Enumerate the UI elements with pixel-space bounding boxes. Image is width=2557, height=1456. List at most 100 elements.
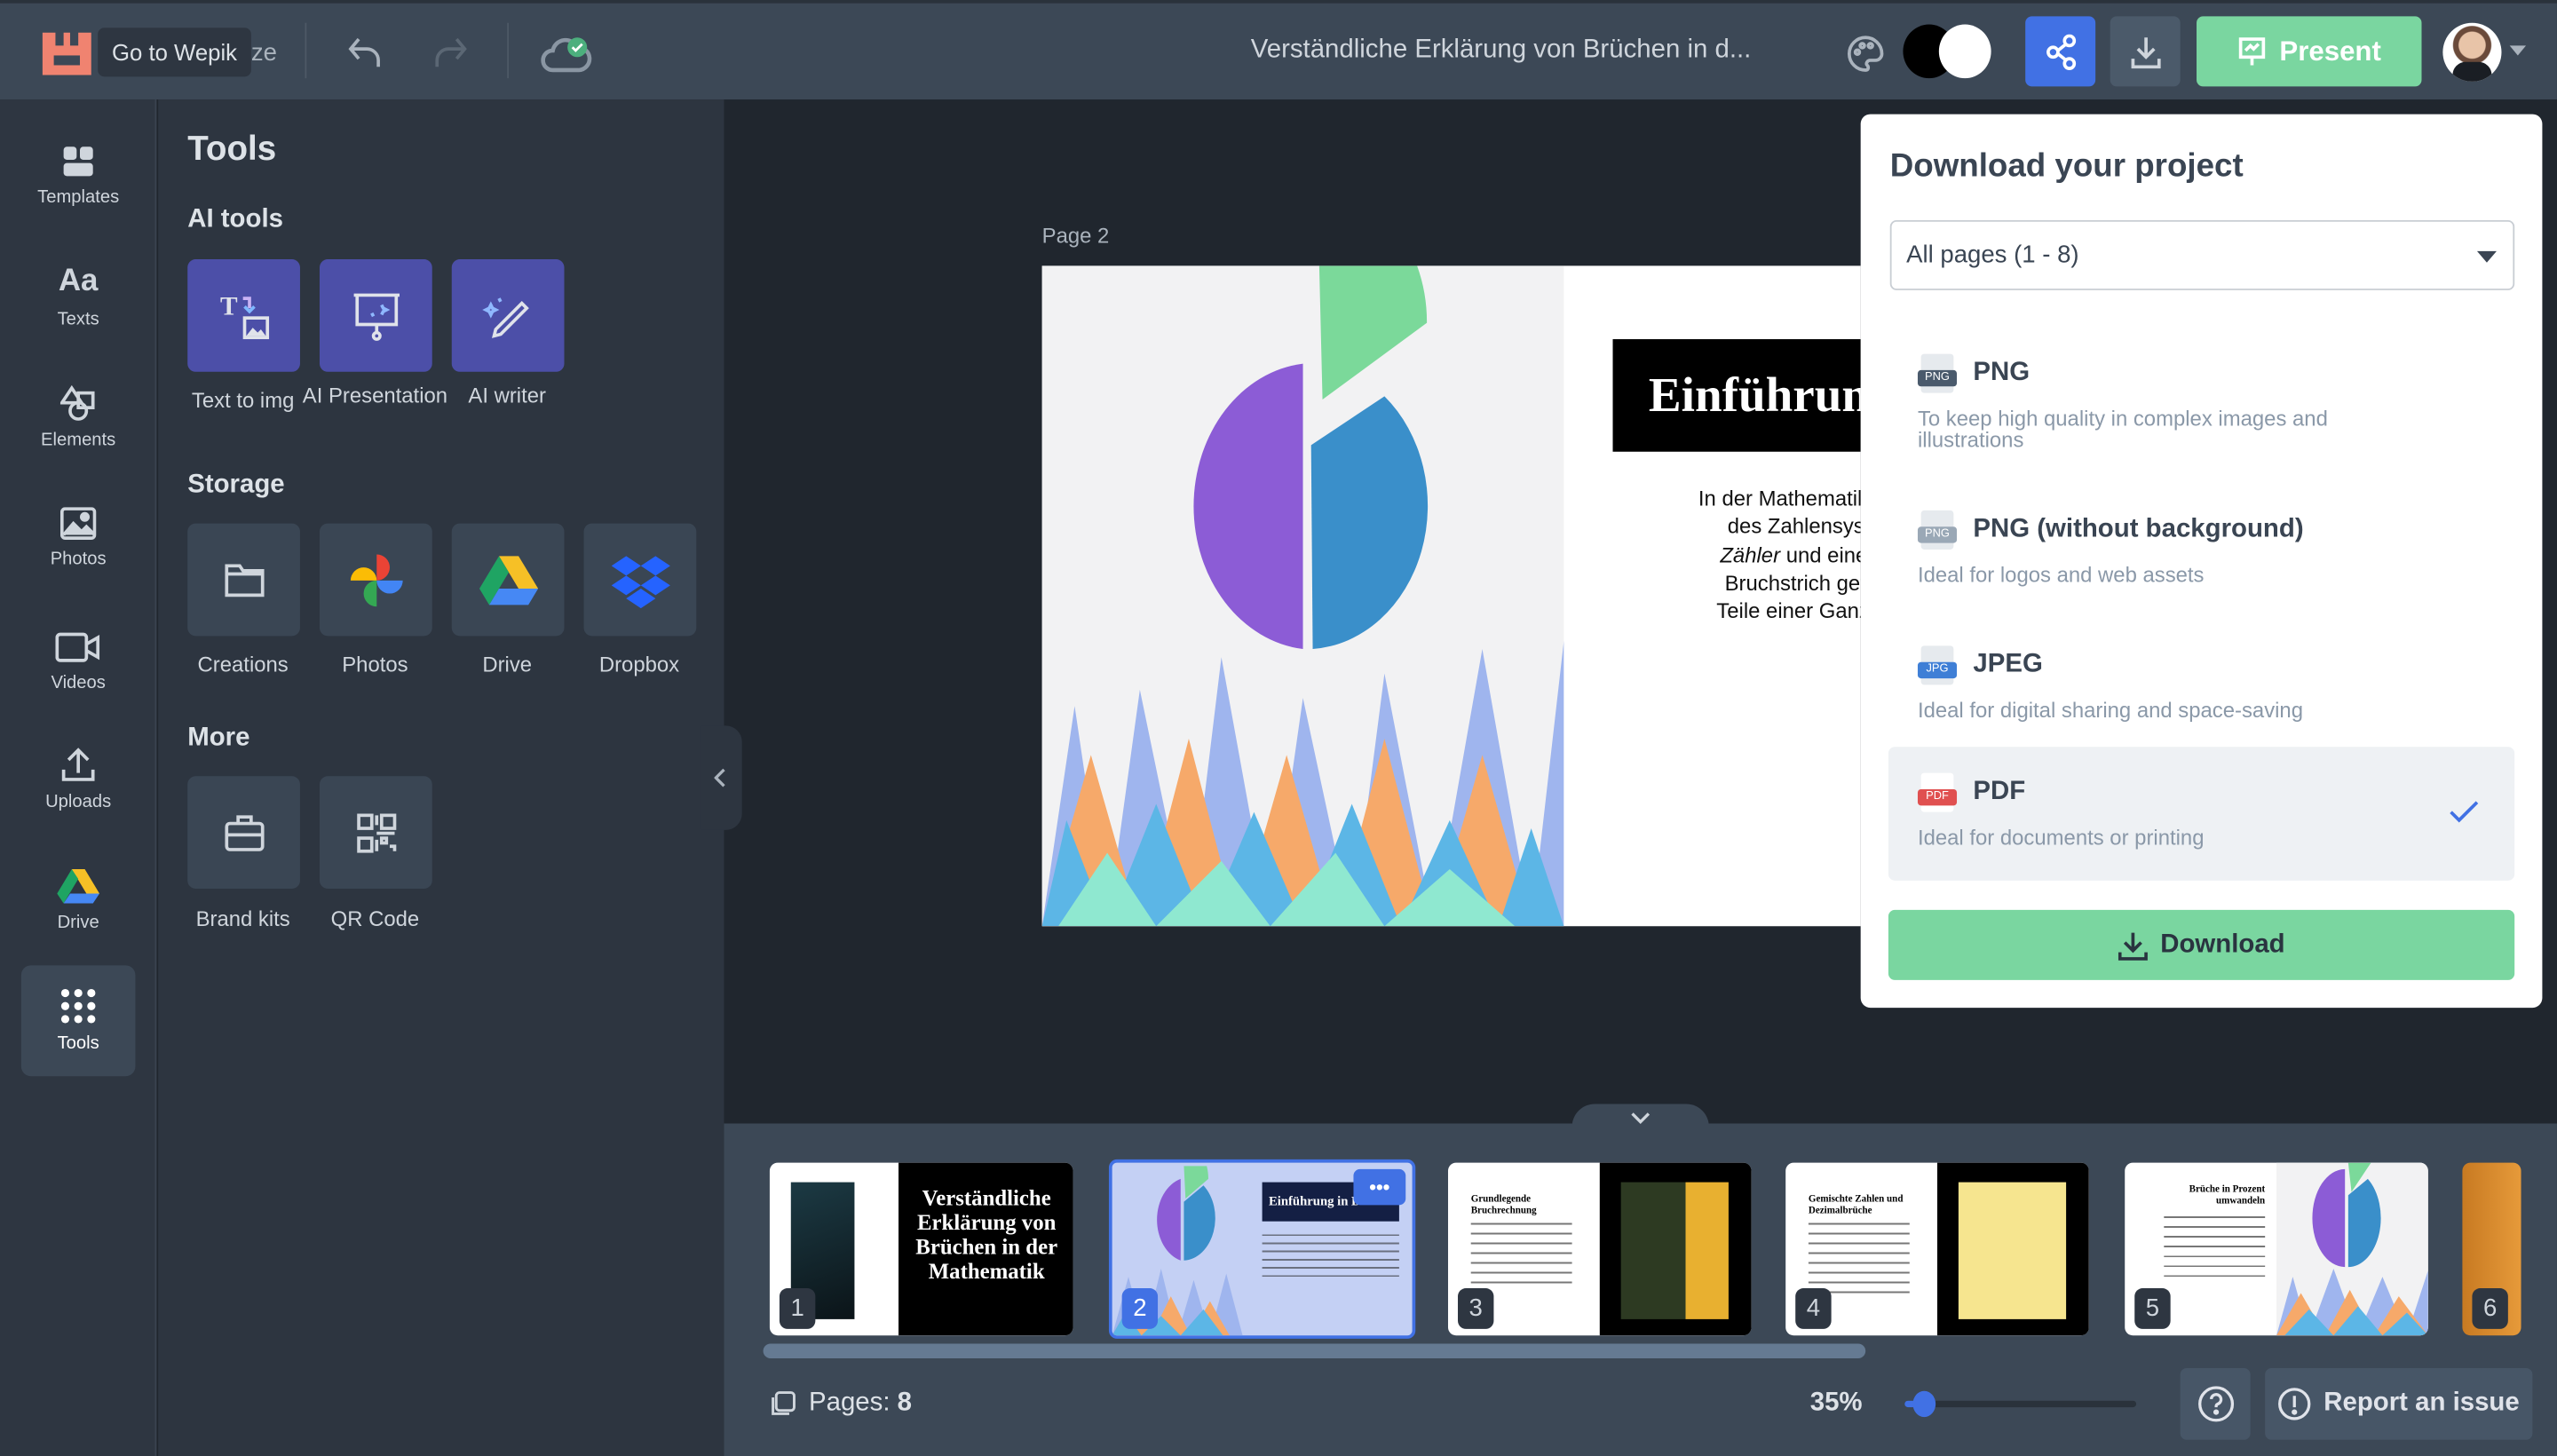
ai-writer-button[interactable] [451,259,565,372]
collapse-panel-button[interactable] [701,725,742,830]
slide-body-text[interactable]: In der Mathematik sind des Zahlensystems… [1580,484,1861,653]
qr-code-icon [356,812,396,852]
magic-pencil-icon [481,297,528,337]
format-option-png-transparent[interactable]: PNG PNG (without background) Ideal for l… [1888,484,2514,618]
section-title: Storage [187,471,285,500]
format-option-jpeg[interactable]: JPG JPEG Ideal for digital sharing and s… [1888,620,2514,754]
divider [507,22,510,79]
folder-icon [224,563,264,597]
sidebar-item-drive[interactable]: Drive [21,844,136,955]
sidebar-item-videos[interactable]: Videos [21,606,136,717]
creations-button[interactable] [187,523,300,637]
avatar[interactable] [2442,22,2502,82]
format-option-png[interactable]: PNG PNG To keep high quality in complex … [1888,328,2514,462]
pdf-file-icon: PDF [1917,772,1958,812]
zoom-slider[interactable] [1904,1390,2137,1418]
panel-title: Tools [187,130,277,169]
slide-title[interactable]: Einführung in Brüche [1612,339,1861,452]
download-title: Download your project [1889,148,2244,185]
pages-select[interactable]: All pages (1 - 8) [1889,219,2515,290]
page-label: Page 2 [1041,223,1110,249]
download-panel: Download your project All pages (1 - 8) … [1860,114,2543,1009]
google-photos-button[interactable] [319,523,432,637]
sidebar-item-texts[interactable]: Aa Texts [21,241,136,352]
shapes-icon [59,384,95,421]
qr-code-button[interactable] [319,776,432,890]
divider [305,22,307,79]
slide-image[interactable] [1041,265,1564,927]
pages-count: Pages: 8 [809,1389,913,1418]
caret-down-icon [2476,250,2497,263]
help-button[interactable] [2180,1367,2251,1440]
section-title: AI tools [187,205,283,233]
zoom-slider-handle[interactable] [1912,1390,1936,1418]
page-thumbnail-6[interactable]: 6 [2462,1162,2521,1336]
templates-icon [63,146,93,177]
report-issue-button[interactable]: Report an issue [2265,1367,2533,1440]
pages-icon [770,1391,796,1426]
share-button[interactable] [2025,16,2096,87]
jpg-file-icon: JPG [1917,645,1958,685]
download-confirm-button[interactable]: Download [1888,909,2515,980]
download-button[interactable] [2110,16,2181,87]
text-to-img-button[interactable]: T [187,259,300,372]
sidebar-item-elements[interactable]: Elements [21,362,136,473]
presentation-board-icon [352,292,400,340]
alert-icon [2278,1388,2311,1420]
text-to-image-icon: T [219,292,269,339]
format-option-pdf[interactable]: PDF PDF Ideal for documents or printing [1888,747,2515,881]
slide-canvas[interactable]: Einführung in Brüche In der Mathematik s… [1041,265,1861,927]
section-title: More [187,724,250,752]
thumbnail-scrollbar[interactable] [763,1343,1866,1358]
page-thumbnail-3[interactable]: Grundlegende Bruchrechnung 3 [1447,1162,1752,1336]
download-icon [2118,931,2148,960]
page-thumbnail-5[interactable]: Brüche in Prozent umwandeln 5 [2125,1162,2428,1336]
ai-presentation-button[interactable] [319,259,432,372]
chevron-left-icon [714,768,725,787]
pie-image [1041,265,1564,927]
page-thumbnail-4[interactable]: Gemischte Zahlen und Dezimalbrüche 4 [1785,1162,2089,1336]
collapse-strip-button[interactable] [1571,1104,1709,1128]
paper-triangles [1041,640,1564,927]
google-photos-icon [349,553,402,606]
theme-toggle[interactable] [1903,24,1991,79]
google-drive-button[interactable] [451,523,565,637]
chevron-down-icon [1631,1112,1651,1124]
cloud-saved-icon [540,33,592,83]
palette-icon[interactable] [1844,33,1887,83]
svg-text:T: T [219,292,237,320]
chevron-down-icon[interactable] [2509,45,2527,56]
photo-icon [59,507,97,540]
pages-strip: Verständliche Erklärung von Brüchen in d… [724,1104,2557,1456]
sidebar-item-uploads[interactable]: Uploads [21,724,136,835]
sidebar-item-templates[interactable]: Templates [21,121,136,232]
more-options-button[interactable]: ••• [1353,1168,1406,1206]
page-thumbnail-2[interactable]: Einführung in B ••• 2 [1108,1159,1416,1339]
png-file-icon: PNG [1917,353,1958,393]
tooltip: Go to Wepik [98,28,251,77]
wepik-logo-icon[interactable] [42,29,91,75]
drive-icon [57,868,100,904]
dropbox-button[interactable] [583,523,697,637]
present-button[interactable]: Present [2197,16,2422,87]
checkmark-icon [2450,801,2479,823]
project-title[interactable]: Verständliche Erklärung von Brüchen in d… [1251,36,1752,65]
undo-icon[interactable] [345,33,384,80]
google-drive-icon [479,555,538,605]
sidebar-rail: Templates Aa Texts Elements Photos Videos… [0,99,157,1456]
dropbox-icon [610,555,669,608]
brand-kits-button[interactable] [187,776,300,890]
tools-panel: Tools AI tools T Text to img AI Presenta… [158,99,724,1456]
briefcase-icon [224,814,264,851]
grid-icon [60,988,96,1024]
page-thumbnail-1[interactable]: Verständliche Erklärung von Brüchen in d… [769,1162,1073,1336]
png-file-icon: PNG [1917,510,1958,550]
video-icon [55,632,100,662]
sidebar-item-tools[interactable]: Tools [20,965,136,1077]
top-bar: ze Go to Wepik Verständliche Erklärung v… [0,0,2557,100]
redo-icon[interactable] [431,33,470,80]
help-icon [2197,1386,2234,1422]
sidebar-item-photos[interactable]: Photos [21,483,136,594]
text-icon: Aa [58,264,99,299]
presentation-icon [2238,36,2265,65]
